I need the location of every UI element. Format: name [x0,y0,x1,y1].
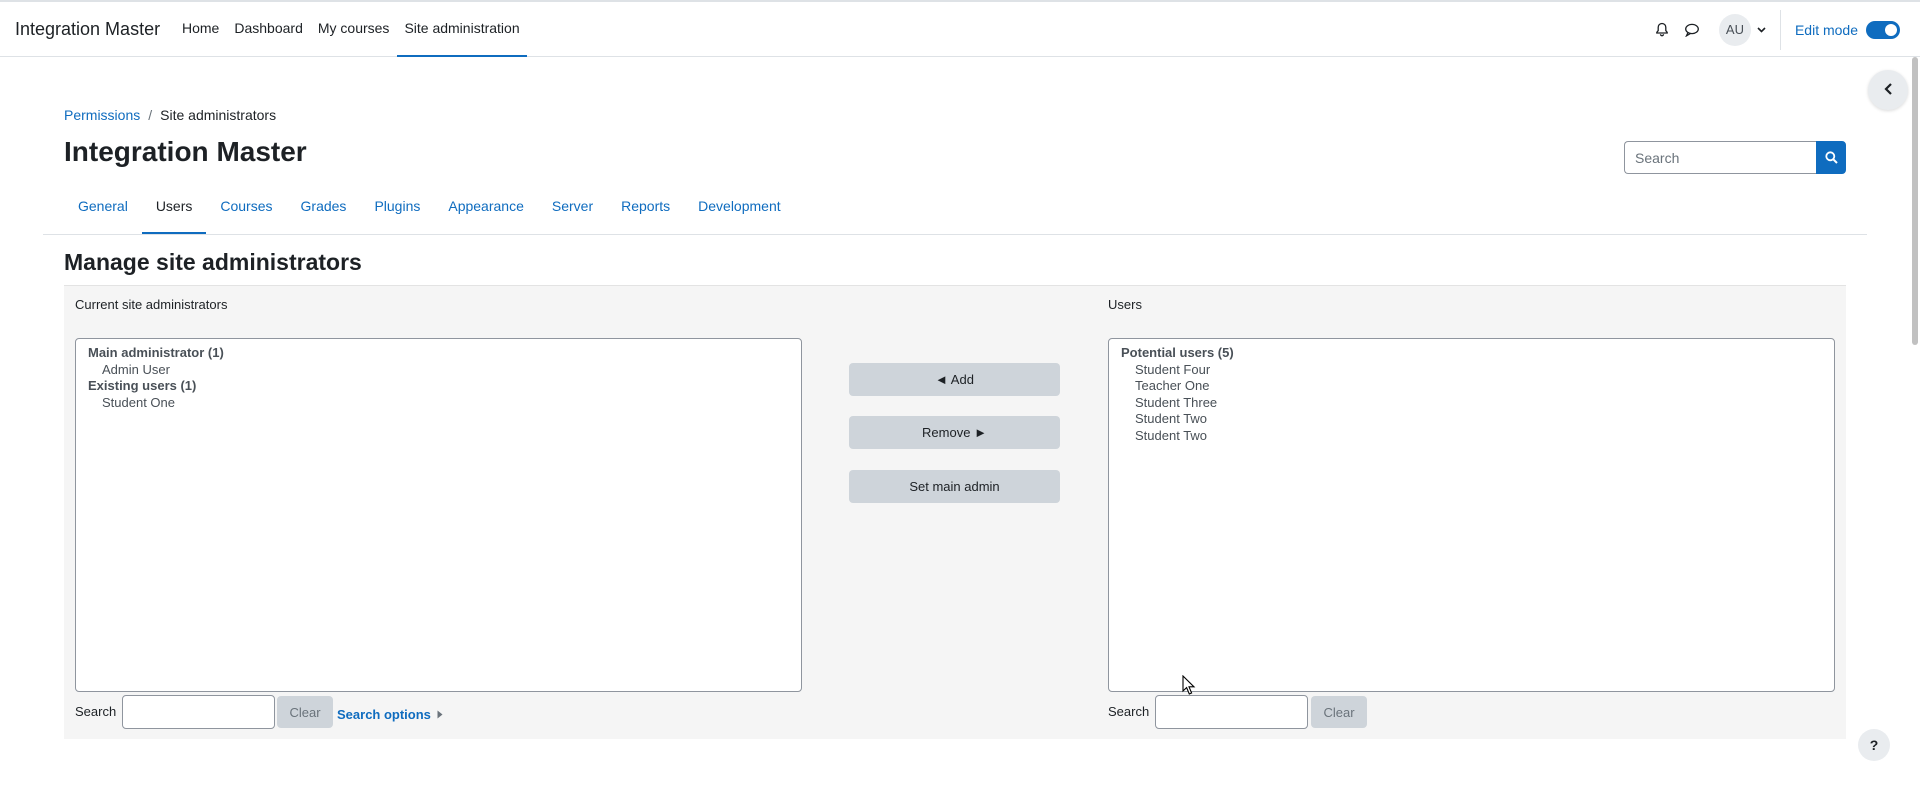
tab-general[interactable]: General [64,183,142,234]
potential-users-listbox[interactable]: Potential users (5) Student Four Teacher… [1108,338,1835,692]
breadcrumb-permissions[interactable]: Permissions [64,107,140,123]
list-item[interactable]: Student Three [1121,395,1822,412]
current-admins-label: Current site administrators [75,297,228,312]
tab-server[interactable]: Server [538,183,607,234]
nav-dashboard[interactable]: Dashboard [227,2,310,57]
search-icon [1824,151,1838,164]
potential-search-label: Search [1108,704,1150,719]
optgroup-potential-users: Potential users (5) [1121,345,1234,360]
list-item[interactable]: Student One [88,395,789,412]
potential-clear-button[interactable]: Clear [1311,696,1367,728]
tab-plugins[interactable]: Plugins [360,183,434,234]
help-button[interactable]: ? [1858,729,1890,761]
search-options-label: Search options [337,707,431,722]
chevron-left-icon [1883,82,1893,98]
primary-navigation: Home Dashboard My courses Site administr… [175,2,528,57]
current-search-input[interactable] [122,695,275,729]
tabs-divider [43,234,1867,235]
chevron-down-icon[interactable] [1757,26,1766,33]
list-item[interactable]: Admin User [88,362,789,379]
tab-users[interactable]: Users [141,183,207,234]
caret-right-icon [437,710,443,719]
optgroup-existing-users: Existing users (1) [88,378,197,393]
breadcrumb: Permissions / Site administrators [64,107,276,123]
edit-mode-label[interactable]: Edit mode [1795,22,1858,38]
edit-mode-toggle[interactable] [1866,20,1900,39]
site-brand[interactable]: Integration Master [15,19,160,40]
navbar-user-area: AU Edit mode [1647,2,1900,57]
optgroup-main-administrator: Main administrator (1) [88,345,224,360]
admin-search-button[interactable] [1816,141,1846,174]
tab-development[interactable]: Development [684,183,795,234]
tab-courses[interactable]: Courses [206,183,286,234]
current-search-label: Search [75,704,117,719]
admin-search-form [1624,141,1846,174]
search-options-link[interactable]: Search options [337,707,443,722]
list-item[interactable]: Student Two [1121,411,1822,428]
top-navbar: Integration Master Home Dashboard My cou… [0,0,1920,57]
chat-icon[interactable] [1677,15,1707,45]
set-main-admin-button[interactable]: Set main admin [849,470,1060,503]
potential-search-input[interactable] [1155,695,1308,729]
nav-home[interactable]: Home [175,2,226,57]
block-drawer-toggle[interactable] [1868,70,1908,110]
list-item[interactable]: Teacher One [1121,378,1822,395]
tab-appearance[interactable]: Appearance [434,183,538,234]
breadcrumb-separator: / [148,107,153,123]
current-admins-listbox[interactable]: Main administrator (1) Admin User Existi… [75,338,802,692]
page-title: Integration Master [64,136,307,167]
avatar[interactable]: AU [1718,13,1751,46]
list-item[interactable]: Student Two [1121,428,1822,445]
admin-tabs: General Users Courses Grades Plugins App… [64,183,795,234]
breadcrumb-current: Site administrators [160,107,277,123]
navbar-divider [1779,9,1781,50]
tab-grades[interactable]: Grades [287,183,361,234]
add-button[interactable]: ◄ Add [849,363,1060,396]
section-heading: Manage site administrators [64,249,362,275]
list-item[interactable]: Student Four [1121,362,1822,379]
potential-users-label: Users [1108,297,1142,312]
tab-reports[interactable]: Reports [607,183,684,234]
current-clear-button[interactable]: Clear [277,696,333,728]
mouse-cursor-icon [1182,675,1196,695]
nav-my-courses[interactable]: My courses [311,2,397,57]
bell-icon[interactable] [1647,15,1677,45]
scrollbar-thumb[interactable] [1912,57,1918,345]
remove-button[interactable]: Remove ► [849,416,1060,449]
admin-search-input[interactable] [1624,141,1816,174]
nav-site-administration[interactable]: Site administration [397,2,527,57]
